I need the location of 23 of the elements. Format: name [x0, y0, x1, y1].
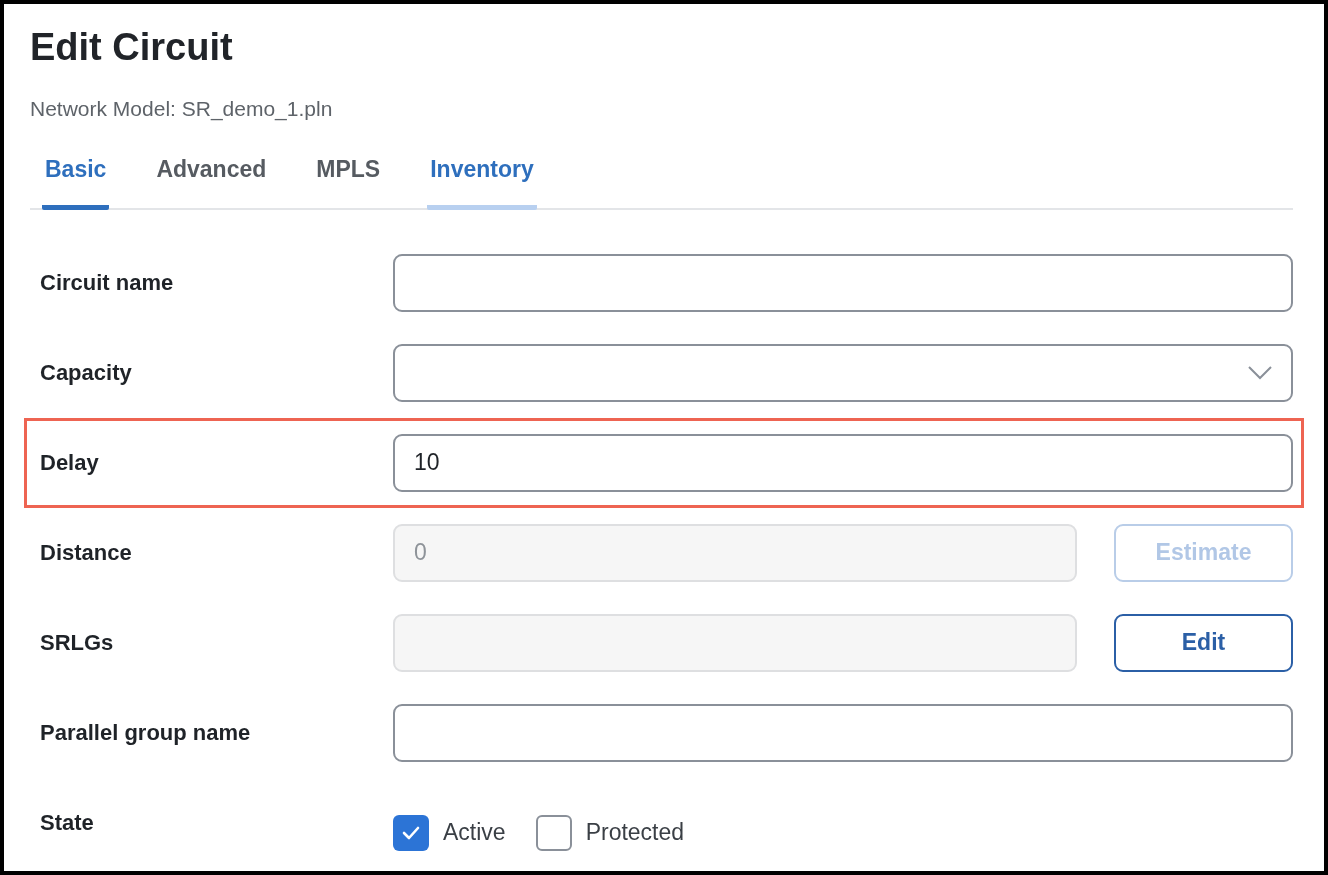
dialog-title: Edit Circuit	[30, 25, 234, 70]
field-label: Capacity	[40, 359, 133, 387]
field-label: SRLGs	[40, 629, 115, 657]
tab[interactable]: Inventory	[427, 152, 537, 210]
checkbox[interactable]	[393, 814, 429, 851]
field-label: Circuit name	[40, 269, 175, 297]
subtitle: Network Model: SR_demo_1.pln	[30, 96, 334, 122]
checkbox[interactable]	[535, 814, 572, 851]
input-field[interactable]	[393, 253, 1293, 312]
input-field[interactable]	[393, 703, 1293, 762]
field-label: Parallel group name	[40, 719, 252, 747]
chevron-down-icon	[1248, 365, 1272, 380]
tab[interactable]: MPLS	[313, 152, 384, 210]
field-label: Distance	[40, 539, 133, 567]
field-label: Delay	[40, 449, 100, 477]
checkmark-icon	[402, 825, 420, 840]
input-field[interactable]: 10	[393, 433, 1293, 492]
tab[interactable]: Basic	[42, 152, 110, 210]
checkbox-label: Protected	[585, 818, 685, 848]
tab[interactable]: Advanced	[153, 152, 270, 210]
select-field[interactable]	[393, 343, 1293, 402]
field-label: State	[40, 809, 95, 837]
checkbox-label: Active	[443, 818, 506, 848]
